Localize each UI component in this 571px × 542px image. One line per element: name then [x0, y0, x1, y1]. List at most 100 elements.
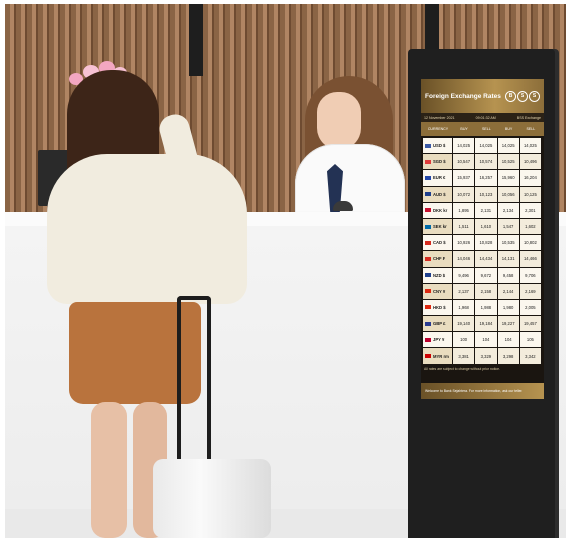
footer-text: Welcome to Bank Sejahtera. For more info… [425, 389, 523, 393]
rate-row: CNY ¥ 2,137 2,158 2,144 2,169 [423, 283, 542, 299]
column-header: SELL [481, 127, 491, 131]
rate-cell: 10,072 [453, 186, 475, 202]
rate-row: HKD $ 1,968 1,988 1,980 2,005 [423, 299, 542, 316]
screen-header: Foreign Exchange Rates B S S [421, 79, 544, 113]
currency-cell: AUD $ [423, 186, 452, 202]
currency-cell: NZD $ [423, 267, 452, 283]
rate-cell: 2,131 [475, 202, 497, 218]
rate-row: CAD $ 10,926 10,828 10,535 10,802 [423, 235, 542, 251]
rate-cell: 10,056 [497, 186, 519, 202]
rate-cell: 14,466 [519, 251, 541, 267]
rate-cell: 2,169 [519, 283, 541, 299]
currency-label: USD $ [433, 143, 446, 149]
currency-cell: SEK kr [423, 218, 452, 235]
currency-cell: GBP £ [423, 316, 452, 332]
flag-icon [425, 175, 431, 180]
rate-cell: 19,140 [453, 316, 475, 332]
disclaimer-note: All rates are subject to change without … [424, 366, 500, 371]
bank-logo: B S S [505, 90, 540, 102]
rate-cell: 19,457 [519, 316, 541, 332]
rate-cell: 1,610 [475, 218, 497, 235]
currency-cell: EUR € [423, 170, 452, 186]
screen-footer: Welcome to Bank Sejahtera. For more info… [421, 383, 544, 399]
rate-row: AUD $ 10,072 10,123 10,056 10,125 [423, 186, 542, 202]
flag-icon [425, 143, 431, 148]
board-time: 09:01:32 AM [475, 115, 496, 120]
rate-cell: 15,960 [497, 170, 519, 186]
rate-cell: 14,025 [519, 138, 541, 154]
currency-cell: CAD $ [423, 235, 452, 251]
flag-icon [425, 159, 431, 164]
rate-cell: 14,046 [453, 251, 475, 267]
rate-cell: 19,227 [497, 316, 519, 332]
rate-row: SEK kr 1,511 1,610 1,547 1,602 [423, 218, 542, 235]
rate-cell: 19,184 [475, 316, 497, 332]
ceiling-beam [189, 4, 203, 76]
flag-icon [425, 240, 431, 245]
suitcase [153, 459, 271, 538]
flag-icon [425, 256, 431, 261]
board-date: 12 November 2021 [424, 115, 455, 120]
rate-cell: 2,137 [453, 283, 475, 299]
rate-cell: 2,134 [497, 202, 519, 218]
rate-cell: 10,574 [475, 154, 497, 170]
currency-label: AUD $ [433, 191, 446, 197]
column-headers: CURRENCY BUY SELL BUY SELL [421, 122, 544, 136]
column-header: BUY [504, 127, 513, 131]
rate-cell: 2,301 [519, 202, 541, 218]
date-bar: 12 November 2021 09:01:32 AM BSS Exchang… [421, 113, 544, 122]
rate-cell: 9,458 [497, 267, 519, 283]
rate-cell: 10,496 [519, 154, 541, 170]
rate-cell: 3,329 [475, 348, 497, 364]
rate-cell: 105 [519, 332, 541, 348]
rate-cell: 3,381 [453, 348, 475, 364]
receptionist-face [317, 92, 361, 150]
rate-cell: 1,602 [519, 218, 541, 235]
rate-cell: 9,496 [453, 267, 475, 283]
flag-icon [425, 192, 431, 197]
flag-icon [425, 273, 431, 278]
rate-row: GBP £ 19,140 19,184 19,227 19,457 [423, 316, 542, 332]
column-header: SELL [526, 127, 536, 131]
currency-cell: HKD $ [423, 299, 452, 316]
rate-cell: 10,535 [497, 235, 519, 251]
rate-cell: 14,025 [475, 138, 497, 154]
currency-label: CNY ¥ [433, 288, 446, 294]
rate-cell: 10,828 [475, 235, 497, 251]
rate-cell: 104 [475, 332, 497, 348]
currency-cell: CNY ¥ [423, 283, 452, 299]
currency-cell: MYR rm [423, 348, 452, 364]
rate-cell: 14,131 [497, 251, 519, 267]
rate-cell: 100 [453, 332, 475, 348]
logo-letter: S [517, 90, 528, 102]
currency-label: SEK kr [433, 224, 447, 230]
currency-label: GBP £ [433, 321, 446, 327]
rate-cell: 2,005 [519, 299, 541, 316]
rate-cell: 9,672 [475, 267, 497, 283]
currency-label: MYR rm [433, 353, 449, 359]
rate-row: EUR € 15,937 16,257 15,960 16,204 [423, 170, 542, 186]
rate-cell: 1,988 [475, 299, 497, 316]
flag-icon [425, 208, 431, 213]
exchange-rate-screen: Foreign Exchange Rates B S S 12 November… [421, 79, 544, 399]
rate-cell: 2,158 [475, 283, 497, 299]
rate-cell: 1,547 [497, 218, 519, 235]
rate-cell: 14,025 [497, 138, 519, 154]
rate-cell: 2,144 [497, 283, 519, 299]
currency-cell: SGD $ [423, 154, 452, 170]
currency-label: NZD $ [433, 272, 446, 278]
rate-cell: 1,980 [497, 299, 519, 316]
currency-label: JPY ¥ [433, 337, 445, 343]
rate-cell: 10,125 [519, 186, 541, 202]
rate-cell: 10,525 [497, 154, 519, 170]
rate-row: CHF ₣ 14,046 14,434 14,131 14,466 [423, 251, 542, 267]
rate-cell: 1,511 [453, 218, 475, 235]
currency-cell: CHF ₣ [423, 251, 452, 267]
rate-row: MYR rm 3,381 3,329 3,298 3,342 [423, 348, 542, 364]
flag-icon [425, 337, 431, 342]
column-header: BUY [460, 127, 468, 131]
flag-icon [425, 354, 431, 359]
rate-cell: 16,204 [519, 170, 541, 186]
rate-cell: 10,547 [453, 154, 475, 170]
rate-cell: 14,025 [453, 138, 475, 154]
